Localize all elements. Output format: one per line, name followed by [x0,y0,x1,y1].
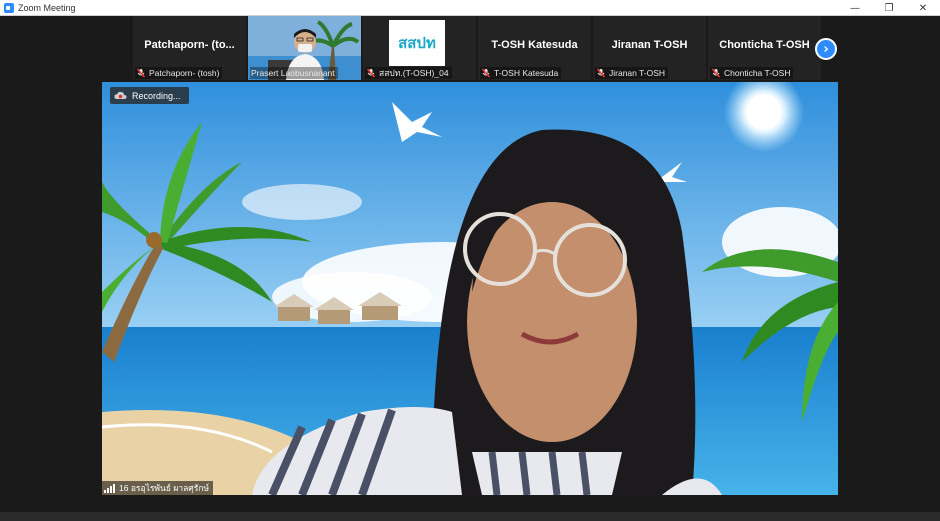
participant-name: Patchaporn- (tosh) [149,68,220,78]
mic-muted-icon [481,68,491,78]
minimize-button[interactable]: — [838,0,872,16]
participant-strip: Patchaporn- (to... Patchaporn- (tosh) Pr… [133,16,823,80]
next-page-chevron-icon[interactable]: › [815,38,837,60]
mic-muted-icon [136,68,146,78]
mic-muted-icon [366,68,376,78]
participant-tile-patchaporn[interactable]: Patchaporn- (to... Patchaporn- (tosh) [133,16,246,80]
participant-name: Chonticha T-OSH [724,68,791,78]
taskbar-strip [0,512,940,521]
participant-label: สสปท.(T-OSH)_04 [365,67,452,79]
participant-name: Prasert Laobusnanant [251,68,335,78]
participant-label: Chonticha T-OSH [710,67,794,79]
active-speaker-video: Recording... 16 อรอุไรพันธ์ ผาลศุรักษ์ [102,82,838,495]
participant-display-name: Patchaporn- (to... [144,39,235,51]
cloud-recording-icon [114,91,127,100]
meeting-stage: Patchaporn- (to... Patchaporn- (tosh) Pr… [0,16,940,521]
participant-label: Patchaporn- (tosh) [135,67,223,79]
logo-text: สสปท [398,35,436,52]
recording-label: Recording... [132,90,181,101]
beach-virtual-background [102,82,838,495]
title-bar: Zoom Meeting — ❐ ✕ [0,0,940,16]
participant-display-name: Chonticha T-OSH [719,39,810,51]
zoom-app-icon [4,2,14,13]
restore-button[interactable]: ❐ [872,0,906,16]
organization-logo: สสปท [389,20,445,66]
participant-name: Jiranan T-OSH [609,68,666,78]
participant-tile-chonticha[interactable]: Chonticha T-OSH Chonticha T-OSH [708,16,821,80]
participant-tile-tosh-04[interactable]: สสปท สสปท.(T-OSH)_04 [363,16,476,80]
participant-display-name: T-OSH Katesuda [491,39,578,51]
close-button[interactable]: ✕ [906,0,940,16]
participant-name: T-OSH Katesuda [494,68,559,78]
participant-label: Prasert Laobusnanant [250,67,338,79]
participant-tile-prasert[interactable]: Prasert Laobusnanant [248,16,361,80]
recording-indicator[interactable]: Recording... [110,87,189,104]
participant-tile-jiranan[interactable]: Jiranan T-OSH Jiranan T-OSH [593,16,706,80]
speaker-name-label: 16 อรอุไรพันธ์ ผาลศุรักษ์ [102,481,214,495]
mic-muted-icon [711,68,721,78]
participant-label: T-OSH Katesuda [480,67,562,79]
participant-label: Jiranan T-OSH [595,67,669,79]
window-controls: — ❐ ✕ [838,0,940,16]
window-title: Zoom Meeting [18,2,76,13]
participant-display-name: Jiranan T-OSH [611,39,688,51]
participant-tile-katesuda[interactable]: T-OSH Katesuda T-OSH Katesuda [478,16,591,80]
participant-name: สสปท.(T-OSH)_04 [379,68,449,78]
speaker-name: 16 อรอุไรพันธ์ ผาลศุรักษ์ [119,483,210,493]
mic-muted-icon [596,68,606,78]
signal-strength-icon [104,483,116,493]
